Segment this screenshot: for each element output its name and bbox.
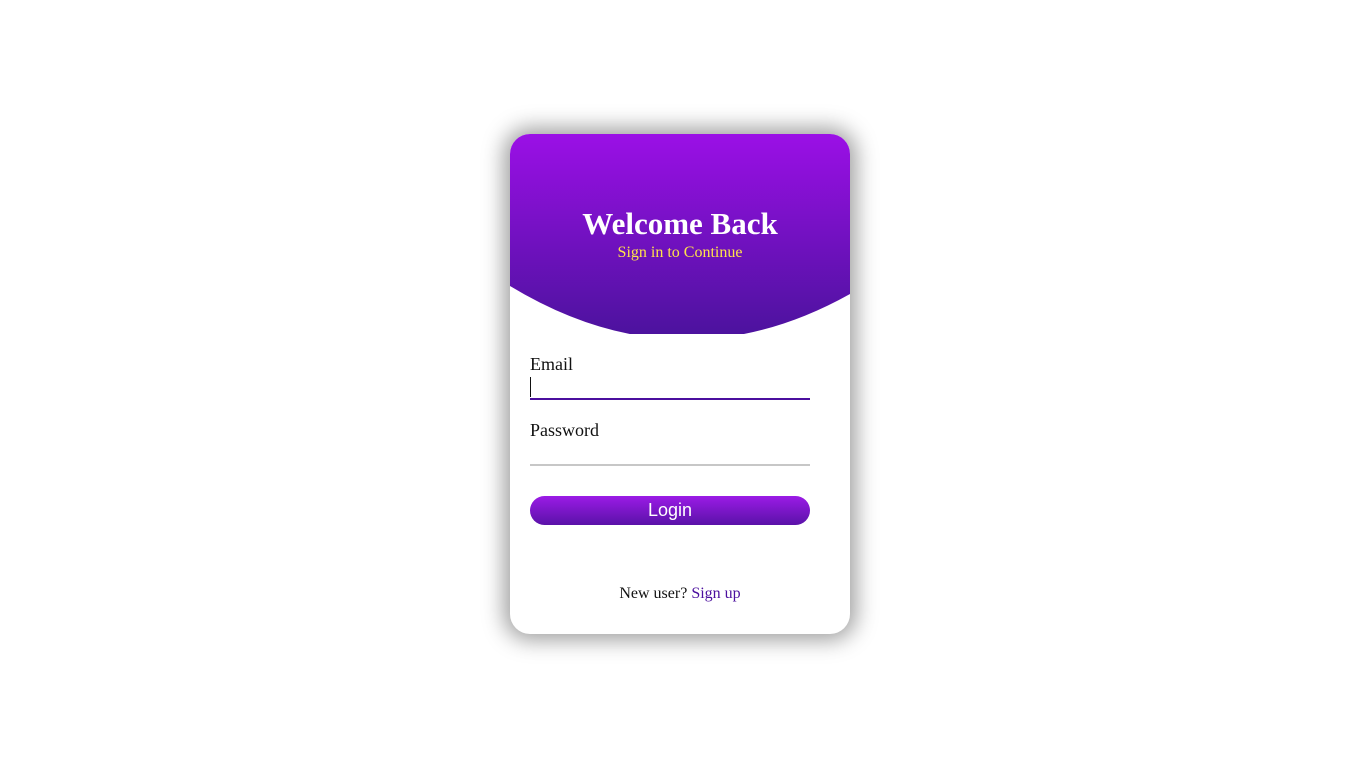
password-label: Password (530, 420, 600, 440)
login-button[interactable]: Login (530, 496, 810, 525)
signup-prompt: New user? Sign up (510, 584, 850, 604)
email-label: Email (530, 354, 573, 374)
signup-link[interactable]: Sign up (691, 585, 740, 602)
page-subtitle: Sign in to Continue (617, 244, 743, 261)
email-field[interactable] (530, 376, 810, 400)
card-header: Welcome Back Sign in to Continue (510, 134, 850, 334)
page-title: Welcome Back (582, 206, 778, 241)
password-field[interactable] (530, 442, 810, 466)
new-user-text: New user? (619, 585, 688, 602)
login-card: Welcome Back Sign in to Continue Email P… (510, 134, 850, 634)
text-cursor (530, 377, 531, 397)
